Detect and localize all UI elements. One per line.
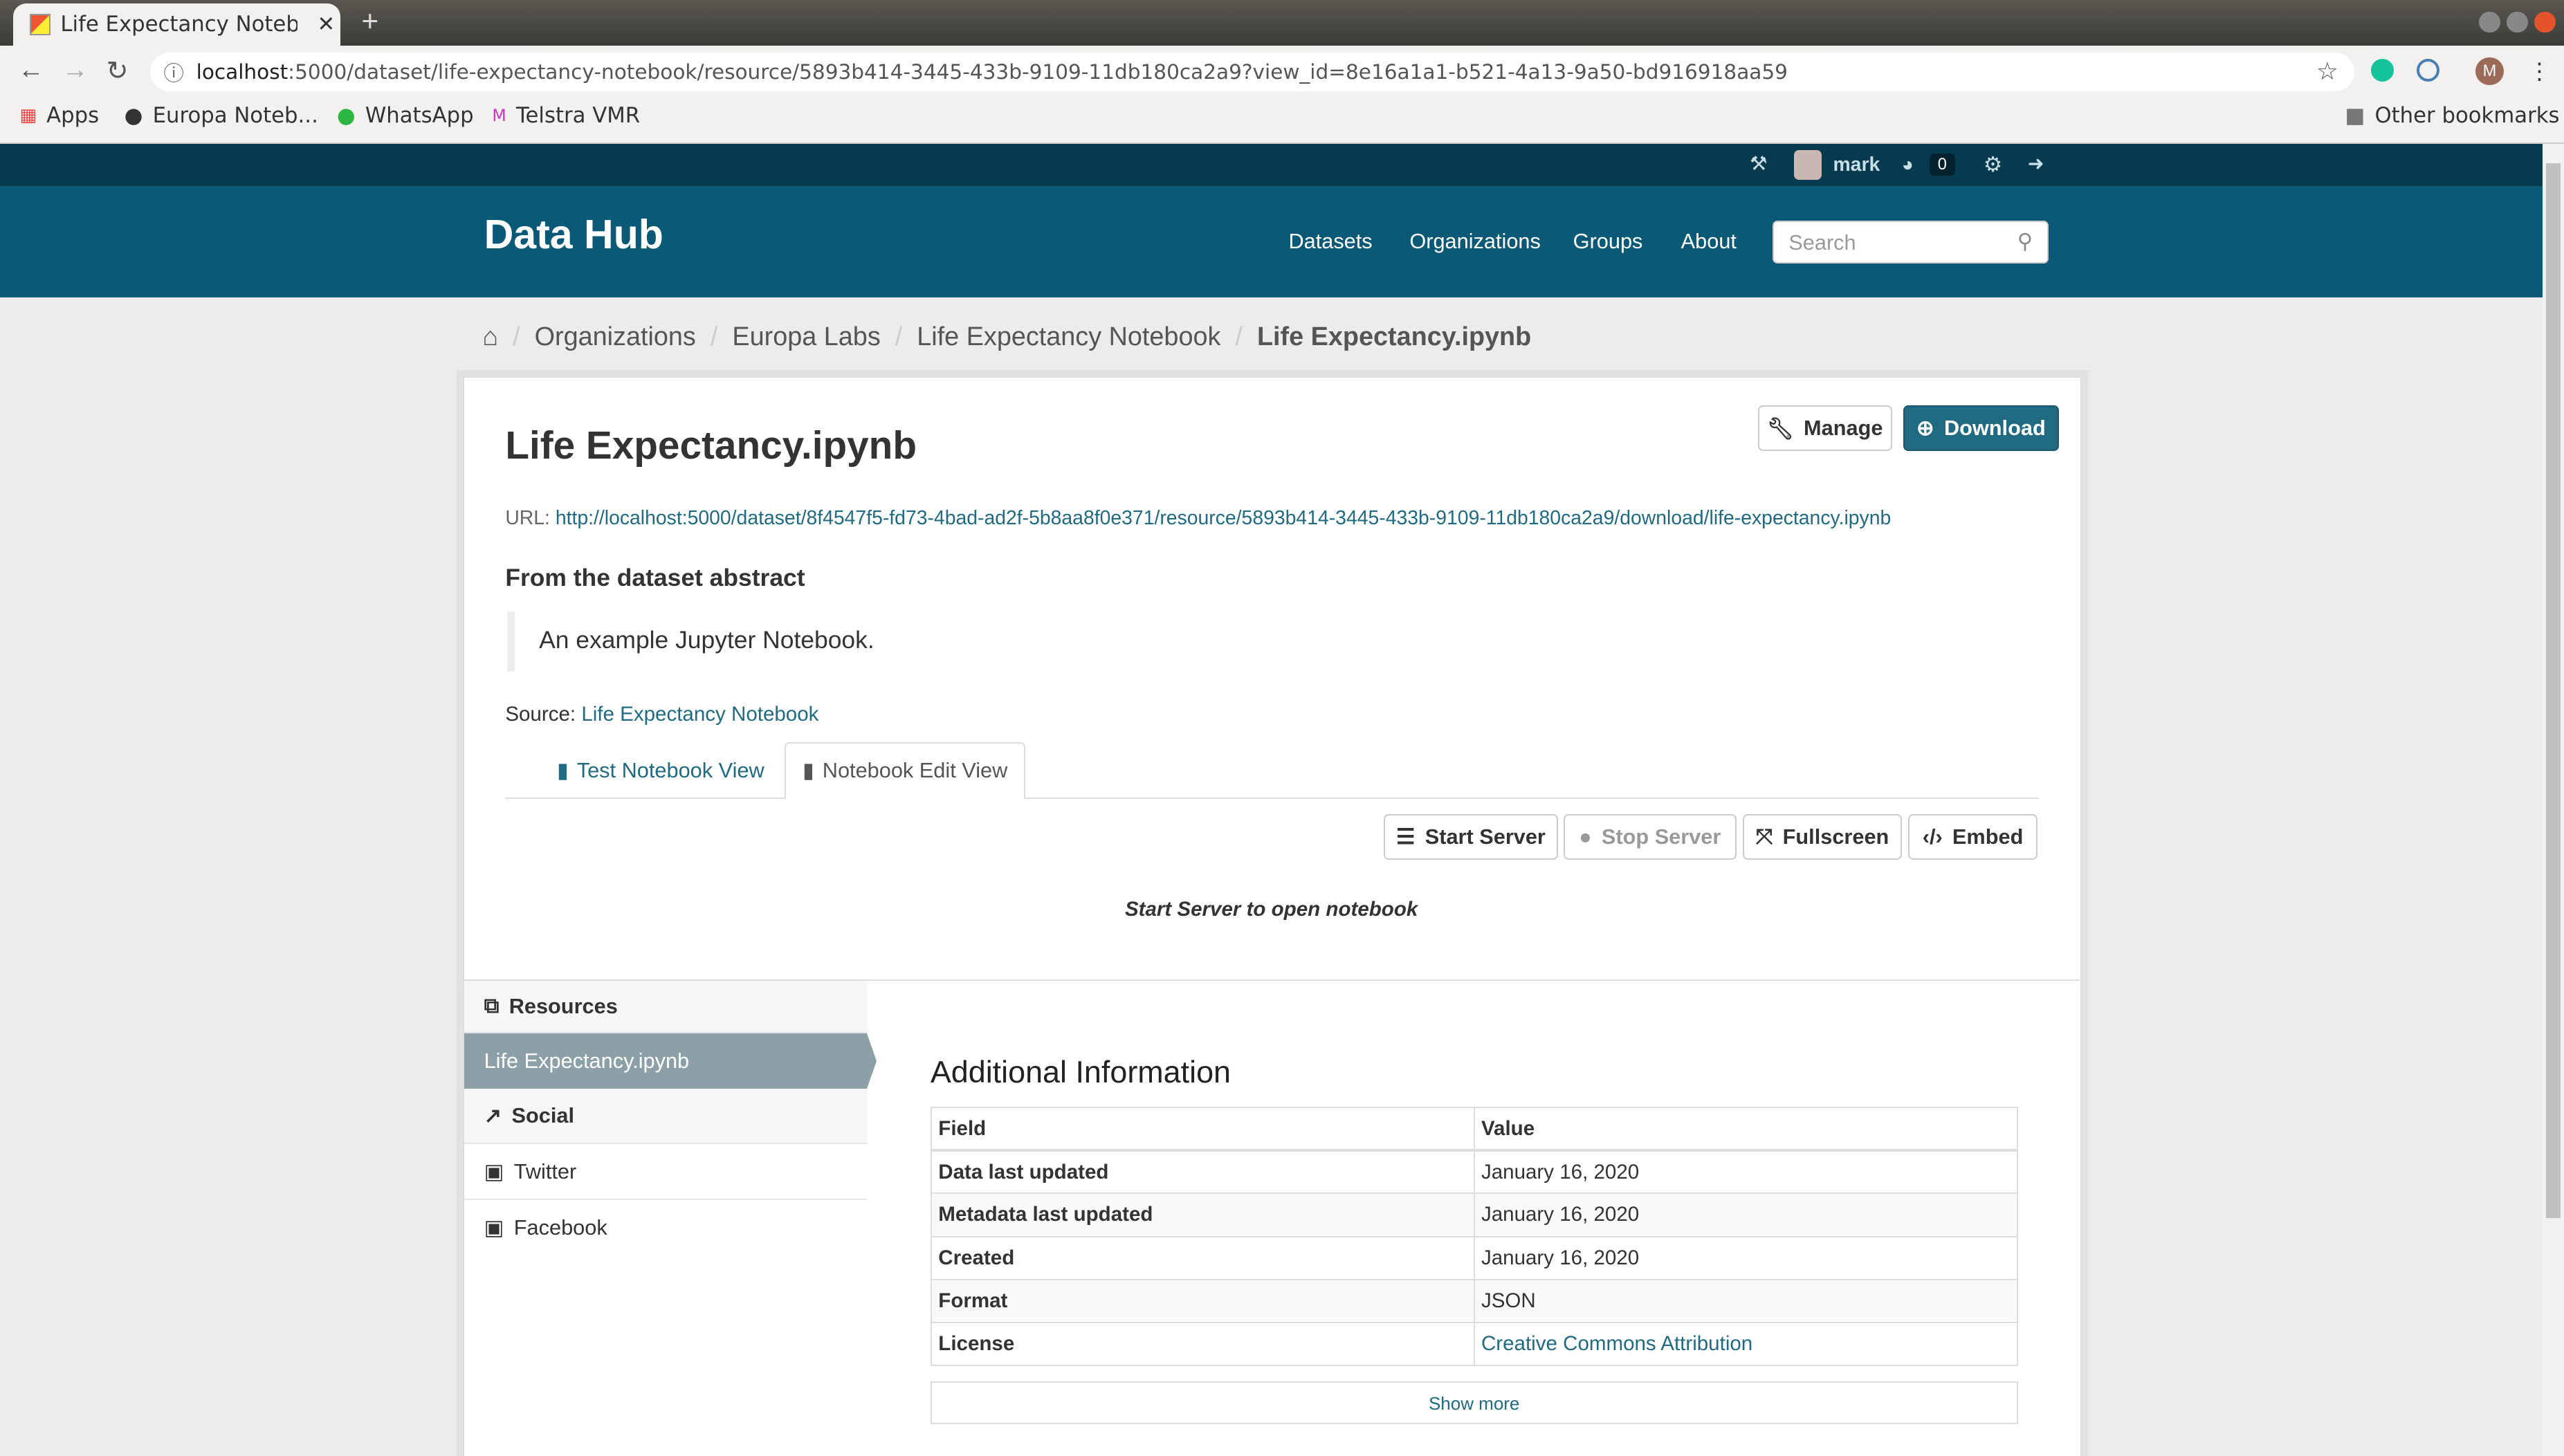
table-header: Field Value [930, 1107, 2018, 1152]
additional-info-table: Field Value Data last updated January 16, … [930, 1107, 2018, 1367]
search-icon[interactable]: ⚲ [2017, 229, 2033, 254]
twitter-icon: ▣ [484, 1159, 504, 1183]
bookmark-whatsapp[interactable]: ● WhatsApp [337, 103, 474, 128]
masthead [0, 186, 2543, 298]
notebook-message: Start Server to open notebook [1124, 897, 1418, 921]
other-bookmarks[interactable]: ■ Other bookmarks [2345, 103, 2559, 128]
reload-icon[interactable]: ↻ [107, 55, 129, 86]
breadcrumb-organizations[interactable]: Organizations [535, 322, 696, 351]
sidebar-item-facebook[interactable]: ▣ Facebook [464, 1200, 866, 1255]
maximize-icon[interactable] [2507, 11, 2528, 33]
sysadmin-icon[interactable]: ⚒ [1750, 152, 1767, 176]
activity-count-badge[interactable]: 0 [1929, 154, 1955, 176]
star-icon[interactable]: ☆ [2316, 57, 2338, 86]
account-bar [0, 143, 2543, 187]
table-row: Metadata last updated January 16, 2020 [930, 1192, 2018, 1237]
server-icon: ☰ [1396, 824, 1416, 849]
license-link[interactable]: Creative Commons Attribution [1481, 1332, 1752, 1355]
close-tab-icon[interactable]: ✕ [317, 12, 335, 37]
stop-icon: ● [1579, 824, 1592, 849]
download-button[interactable]: ⊕ Download [1903, 405, 2059, 452]
nav-organizations[interactable]: Organizations [1409, 229, 1541, 254]
download-icon: ⊕ [1916, 416, 1934, 441]
close-window-icon[interactable] [2534, 11, 2556, 33]
expand-icon: ⤧ [1755, 824, 1773, 849]
browser-tab-strip [0, 0, 2564, 46]
tab-notebook-edit-view[interactable]: ▮ Notebook Edit View [785, 742, 1025, 800]
menu-icon[interactable]: ⋮ [2528, 57, 2551, 85]
book-icon: ▮ [557, 758, 569, 783]
code-icon: ‹/› [1922, 824, 1943, 849]
new-tab-button[interactable]: + [361, 5, 378, 39]
settings-icon[interactable]: ⚙ [1984, 152, 2003, 177]
copy-icon: ⧉ [484, 993, 500, 1018]
resource-url: URL: http://localhost:5000/dataset/8f454… [505, 506, 1892, 529]
resources-heading: ⧉ Resources [464, 981, 867, 1033]
source-link[interactable]: Life Expectancy Notebook [581, 703, 818, 726]
sidebar-item-resource[interactable]: Life Expectancy.ipynb [464, 1033, 867, 1089]
home-icon[interactable]: ⌂ [482, 322, 498, 351]
share-icon: ↗ [484, 1103, 502, 1128]
table-row: Created January 16, 2020 [930, 1235, 2018, 1280]
source-line: Source: Life Expectancy Notebook [505, 703, 819, 726]
show-more-button[interactable]: Show more [930, 1381, 2018, 1424]
minimize-icon[interactable] [2479, 11, 2500, 33]
breadcrumb-dataset[interactable]: Life Expectancy Notebook [917, 322, 1220, 351]
breadcrumb-current: Life Expectancy.ipynb [1256, 322, 1532, 351]
resource-url-link[interactable]: http://localhost:5000/dataset/8f4547f5-f… [556, 507, 1891, 529]
stop-server-button[interactable]: ● Stop Server [1563, 814, 1737, 860]
manage-button[interactable]: 🔧︎ Manage [1757, 405, 1892, 452]
table-row: License Creative Commons Attribution [930, 1321, 2018, 1367]
bookmark-apps[interactable]: ▦ Apps [19, 103, 99, 128]
folder-icon: ■ [2345, 102, 2365, 128]
site-logo[interactable]: Data Hub [484, 211, 663, 258]
search-input[interactable]: Search ⚲ [1773, 221, 2049, 264]
apps-grid-icon: ▦ [19, 104, 37, 126]
user-avatar[interactable] [1793, 150, 1822, 180]
address-bar[interactable]: ⓘ localhost:5000/dataset/life-expectancy-… [150, 52, 2355, 92]
scrollbar[interactable] [2543, 143, 2564, 1456]
fullscreen-button[interactable]: ⤧ Fullscreen [1743, 814, 1902, 860]
nav-datasets[interactable]: Datasets [1288, 229, 1372, 254]
bookmark-telstra[interactable]: M Telstra VMR [492, 103, 640, 128]
social-heading: ↗ Social [464, 1089, 867, 1145]
active-arrow [866, 1033, 877, 1089]
start-server-button[interactable]: ☰ Start Server [1383, 814, 1559, 860]
whatsapp-icon: ● [336, 102, 356, 128]
telstra-icon: M [492, 105, 506, 125]
dashboard-icon[interactable]: ◕ [1902, 154, 1914, 176]
table-row: Format JSON [930, 1278, 2018, 1323]
additional-info-heading: Additional Information [930, 1054, 1231, 1090]
breadcrumb-org[interactable]: Europa Labs [732, 322, 880, 351]
facebook-icon: ▣ [484, 1215, 504, 1240]
abstract-heading: From the dataset abstract [505, 564, 805, 592]
favicon-icon [29, 14, 51, 35]
tab-test-notebook-view[interactable]: ▮ Test Notebook View [540, 742, 782, 800]
embed-button[interactable]: ‹/› Embed [1908, 814, 2038, 860]
table-row: Data last updated January 16, 2020 [930, 1150, 2018, 1195]
logout-icon[interactable]: ➜ [2028, 152, 2044, 176]
breadcrumb: ⌂ / Organizations / Europa Labs / Life E… [482, 322, 1532, 351]
wrench-icon: 🔧︎ [1766, 416, 1794, 441]
back-icon[interactable]: ← [18, 55, 44, 85]
profile-avatar[interactable]: M [2475, 57, 2504, 85]
forward-icon[interactable]: → [62, 55, 89, 85]
abstract-quote: An example Jupyter Notebook. [506, 611, 874, 672]
info-icon: ⓘ [163, 62, 184, 86]
globe-icon: ● [124, 102, 143, 128]
user-link[interactable]: mark [1833, 154, 1880, 176]
bookmark-europa[interactable]: ● Europa Noteb... [125, 103, 318, 128]
nav-about[interactable]: About [1681, 229, 1737, 254]
browser-tab[interactable]: Life Expectancy Notebook✕ [12, 3, 340, 46]
nav-groups[interactable]: Groups [1573, 229, 1643, 254]
sidebar-item-twitter[interactable]: ▣ Twitter [464, 1144, 867, 1200]
book-icon: ▮ [803, 758, 814, 783]
page-title: Life Expectancy.ipynb [505, 424, 917, 468]
